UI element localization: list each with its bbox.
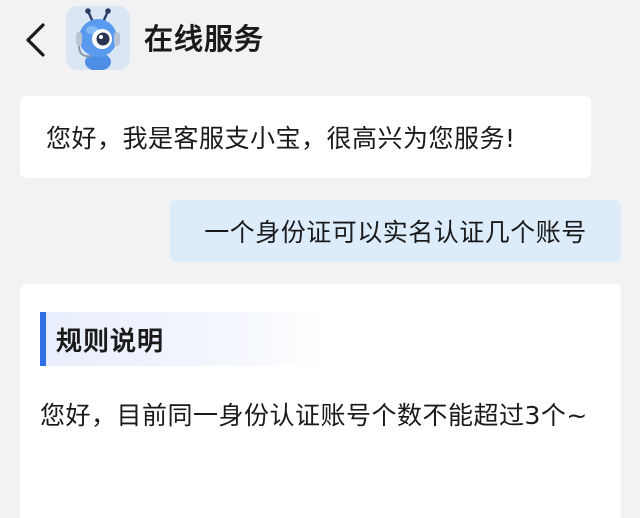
accent-bar xyxy=(40,312,46,366)
user-message-bubble: 一个身份证可以实名认证几个账号 xyxy=(170,200,621,262)
rule-section-header: 规则说明 xyxy=(40,312,330,366)
header: 在线服务 xyxy=(0,0,640,80)
bot-greeting-text: 您好，我是客服支小宝，很高兴为您服务! xyxy=(46,124,516,153)
chevron-left-icon[interactable] xyxy=(23,22,49,58)
chat-screen: 在线服务 您好，我是客服支小宝，很高兴为您服务! 一个身份证可以实名认证几个账号… xyxy=(0,0,640,518)
user-question-text: 一个身份证可以实名认证几个账号 xyxy=(204,218,587,247)
robot-mascot-icon xyxy=(66,6,130,70)
avatar xyxy=(66,6,130,70)
bot-message-bubble: 您好，我是客服支小宝，很高兴为您服务! xyxy=(20,96,591,178)
answer-body-text: 您好，目前同一身份认证账号个数不能超过3个~ xyxy=(40,401,588,430)
rule-section-title: 规则说明 xyxy=(56,326,165,357)
page-title: 在线服务 xyxy=(144,22,265,56)
answer-card: 规则说明 您好，目前同一身份认证账号个数不能超过3个~ xyxy=(20,284,621,518)
back-button[interactable] xyxy=(18,20,54,60)
